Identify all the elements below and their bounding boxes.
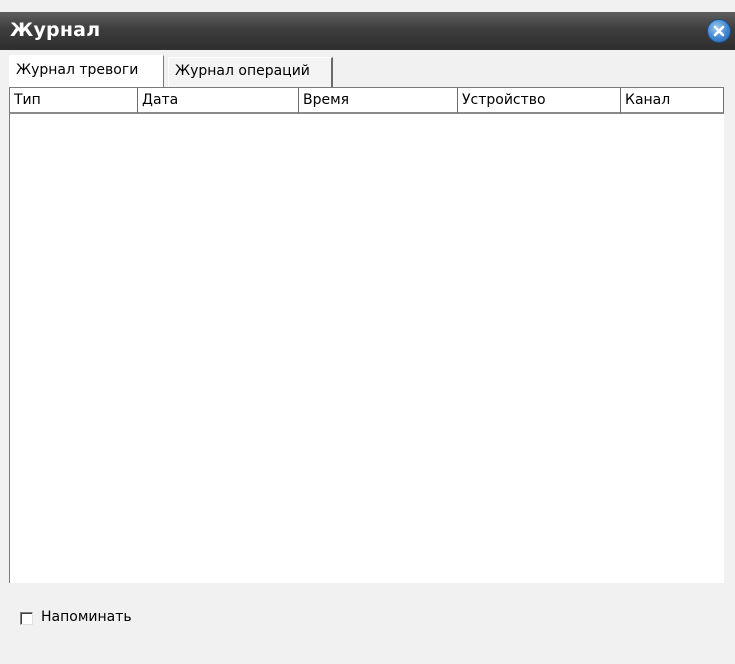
footer-panel: Напоминать	[9, 583, 724, 658]
column-header-time[interactable]: Время	[299, 88, 458, 114]
remind-checkbox[interactable]	[20, 612, 33, 625]
close-icon	[713, 25, 725, 37]
column-header-device[interactable]: Устройство	[458, 88, 621, 114]
tab-alarm-log[interactable]: Журнал тревоги	[9, 55, 164, 87]
window-title: Журнал	[10, 19, 101, 41]
remind-label[interactable]: Напоминать	[41, 609, 132, 625]
table-header: Тип Дата Время Устройство Канал	[10, 88, 724, 114]
close-button[interactable]	[707, 19, 731, 43]
table-body[interactable]	[10, 114, 724, 583]
log-table: Тип Дата Время Устройство Канал	[9, 87, 724, 583]
tab-operation-log[interactable]: Журнал операций	[168, 57, 333, 87]
title-bar[interactable]: Журнал	[0, 12, 735, 50]
column-header-date[interactable]: Дата	[138, 88, 299, 114]
column-header-type[interactable]: Тип	[10, 88, 138, 114]
log-window: Журнал Журнал тревоги Журнал операций Ти…	[0, 0, 735, 664]
column-header-channel[interactable]: Канал	[621, 88, 724, 114]
